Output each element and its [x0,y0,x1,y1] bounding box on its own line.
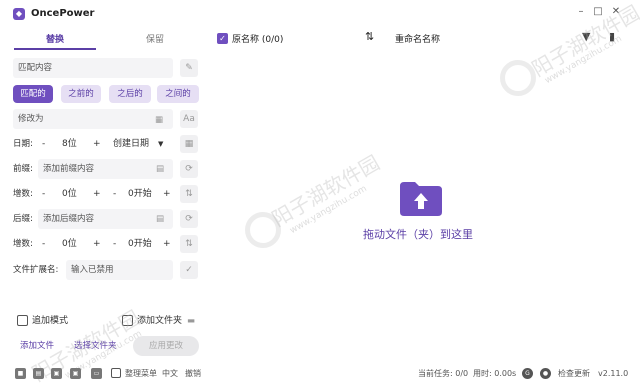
sort-icon[interactable]: ⇅ [365,30,374,43]
extension-label: 文件扩展名: [13,265,59,275]
time-used-status: 用时: 0.00s [473,369,517,378]
increment2-start-minus[interactable]: - [113,237,116,251]
export-icon[interactable]: ▣ [51,368,62,379]
increment-start-plus[interactable]: + [163,187,171,201]
mode-button-after[interactable]: 之后的 [109,85,151,103]
tab-keep[interactable]: 保留 [114,32,196,50]
suffix-file-icon: ▤ [156,214,165,224]
prefix-label: 前缀: [13,164,33,174]
font-case-icon[interactable]: Aa [180,110,198,128]
append-mode-checkbox[interactable] [17,315,28,326]
document-icon[interactable]: ▤ [33,368,44,379]
drop-zone-text[interactable]: 拖动文件（夹）到这里 [363,226,473,242]
increment-label-2: 增数: [13,239,33,249]
match-input[interactable]: 匹配内容 [13,58,173,78]
increment2-digits-value[interactable]: 0位 [62,237,77,251]
date-calendar-icon[interactable]: ▦ [180,135,198,153]
increment2-swap-icon[interactable]: ⇅ [180,235,198,253]
organize-menu-checkbox[interactable] [111,368,121,378]
increment-start-minus[interactable]: - [113,187,116,201]
increment2-digits-plus[interactable]: + [93,237,101,251]
mode-button-matched[interactable]: 匹配的 [13,85,53,103]
language-toggle[interactable]: 中文 [162,368,178,380]
organize-menu-label[interactable]: 整理菜单 [125,368,157,380]
undo-button[interactable]: 撤销 [185,368,201,380]
title-bar: ◆ OncePower – □ ✕ [0,0,640,28]
extension-check-icon[interactable]: ✓ [180,261,198,279]
date-minus-button[interactable]: - [42,137,45,151]
chevron-down-icon[interactable]: ▼ [158,137,163,151]
select-all-checkbox[interactable]: ✓ [217,33,228,44]
app-title: OncePower [31,8,95,19]
github-icon[interactable]: ● [540,368,551,379]
increment-digits-value[interactable]: 0位 [62,187,77,201]
suffix-label: 后缀: [13,214,33,224]
eraser-icon[interactable]: ✎ [180,59,198,77]
append-mode-label: 追加模式 [32,316,69,326]
tab-replace[interactable]: 替换 [14,32,96,50]
apply-changes-button[interactable]: 应用更改 [133,336,199,356]
folder-icon: ▬ [187,316,196,326]
prefix-file-icon: ▤ [156,164,165,174]
increment-digits-minus[interactable]: - [42,187,45,201]
date-digits-value[interactable]: 8位 [62,137,77,151]
prefix-swap-icon[interactable]: ⟳ [180,160,198,178]
modify-input[interactable]: 修改为 [13,109,173,129]
minimize-icon[interactable]: – [575,6,587,18]
date-type-select[interactable]: 创建日期 [113,137,149,151]
mode-button-between[interactable]: 之间的 [157,85,199,103]
increment2-digits-minus[interactable]: - [42,237,45,251]
original-name-header: 原名称 (0/0) [232,35,284,45]
date-plus-button[interactable]: + [93,137,101,151]
increment-swap-icon[interactable]: ⇅ [180,185,198,203]
suffix-swap-icon[interactable]: ⟳ [180,210,198,228]
increment2-start-value[interactable]: 0开始 [128,237,152,251]
extension-input[interactable]: 输入已禁用 [66,260,173,280]
rename-name-header: 重命名名称 [395,35,441,45]
prefix-input[interactable]: 添加前缀内容 [38,159,173,179]
increment2-start-plus[interactable]: + [163,237,171,251]
file-icon[interactable]: ▭ [91,368,102,379]
increment-label: 增数: [13,189,33,199]
increment-digits-plus[interactable]: + [93,187,101,201]
save-icon[interactable]: ■ [15,368,26,379]
calendar-icon: ▦ [155,115,164,125]
current-task-status: 当前任务: 0/0 [418,369,469,378]
status-bar: ■ ▤ ▣ ▣ ▭ 整理菜单 中文 撤销 当前任务: 0/0 用时: 0.00s… [0,364,640,384]
mode-button-before[interactable]: 之前的 [61,85,101,103]
gitee-icon[interactable]: G [522,368,533,379]
date-label: 日期: [13,139,33,149]
version-label: v2.11.0 [598,369,629,378]
app-logo-icon: ◆ [13,8,25,20]
check-update-link[interactable]: 检查更新 [558,368,590,380]
increment-start-value[interactable]: 0开始 [128,187,152,201]
folder-upload-icon [400,182,442,216]
suffix-input[interactable]: 添加后缀内容 [38,209,173,229]
import-icon[interactable]: ▣ [70,368,81,379]
